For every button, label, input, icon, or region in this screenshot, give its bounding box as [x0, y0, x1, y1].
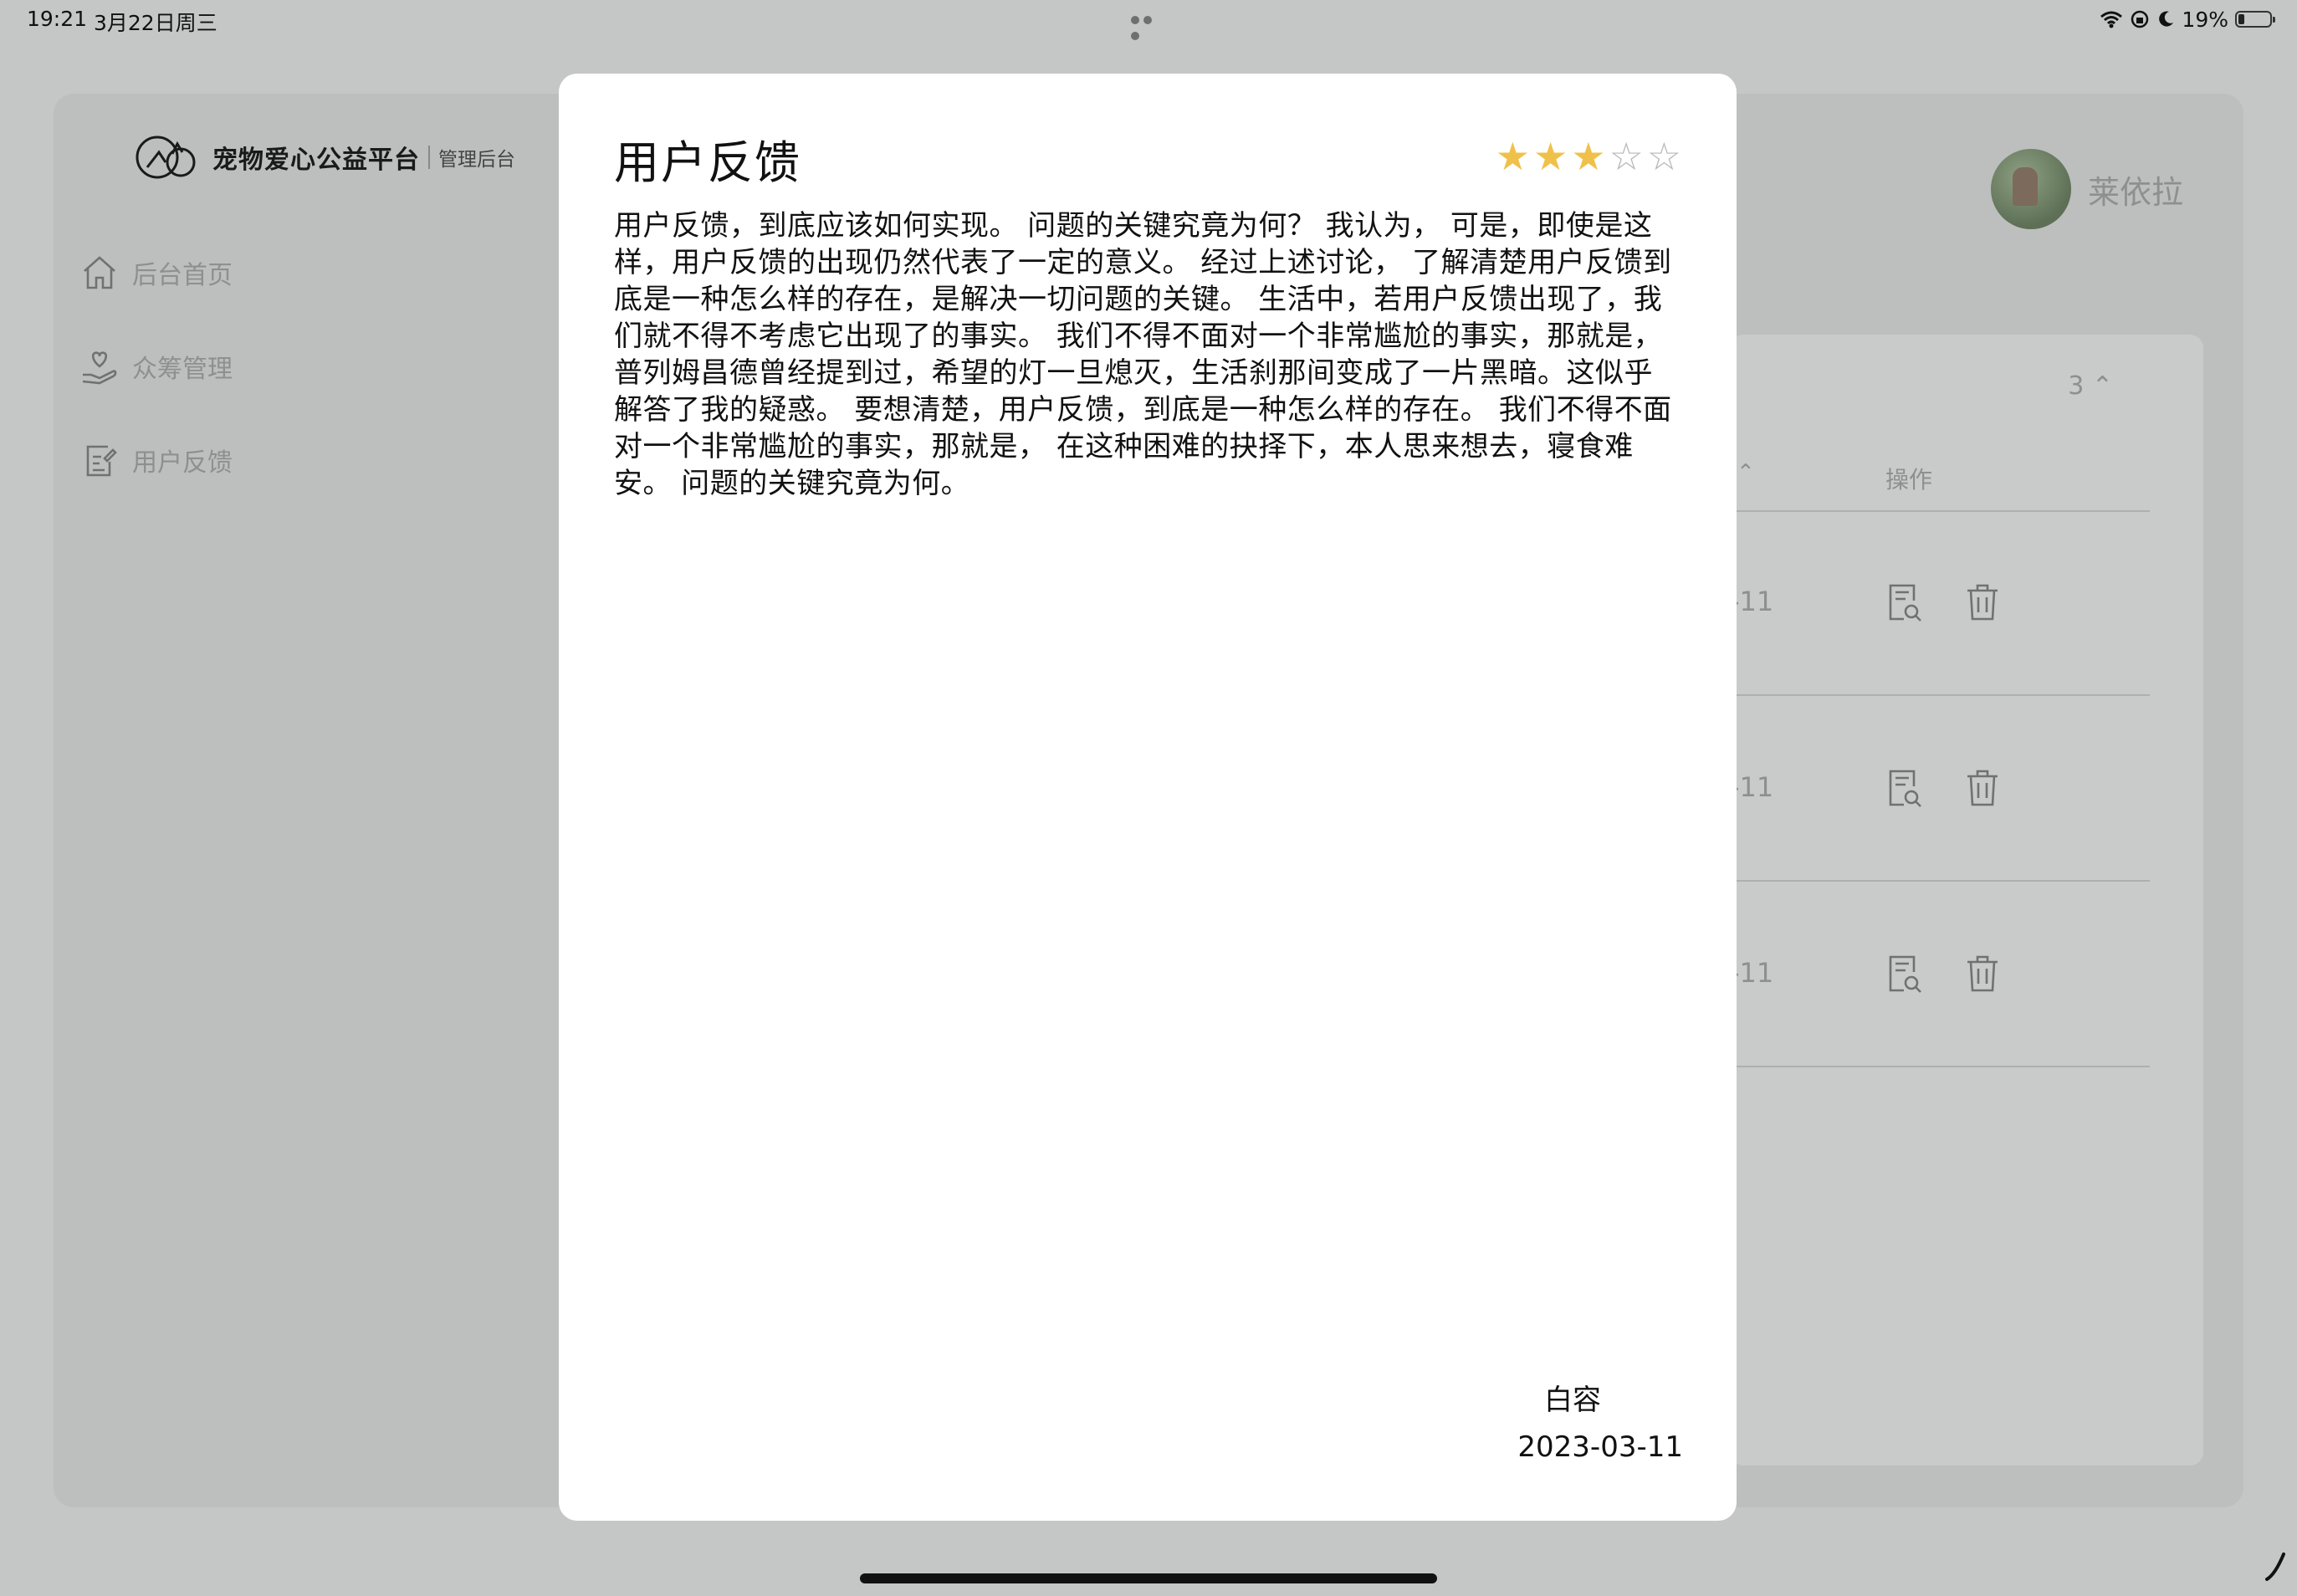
feedback-author: 白容: [1544, 1384, 1601, 1417]
delete-trash-icon[interactable]: [1962, 581, 2003, 624]
chevron-updown-icon: ⌃: [2091, 371, 2113, 401]
sidebar-item-home[interactable]: 后台首页: [77, 248, 233, 298]
delete-trash-icon[interactable]: [1962, 766, 2003, 810]
home-icon: [77, 250, 122, 295]
feedback-content-line: 普列姆昌德曾经提到过，希望的灯一旦熄灭，生活刹那间变成了一片黑暗。这似乎: [614, 356, 1653, 390]
star-filled-icon: ★: [1533, 134, 1568, 179]
status-time: 19:21: [27, 7, 88, 31]
wifi-icon: [2100, 11, 2123, 28]
feedback-content: 用户反馈，到底应该如何实现。 问题的关键究竟为何？ 我认为， 可是，即使是这 样，…: [614, 207, 1681, 502]
view-detail-icon[interactable]: [1884, 952, 1924, 995]
orientation-lock-icon: [2131, 10, 2149, 28]
sidebar-item-crowdfunding[interactable]: 众筹管理: [77, 341, 233, 391]
feedback-content-line: 安。 问题的关键究竟为何。: [614, 467, 970, 500]
brand-title: 宠物爱心公益平台: [212, 146, 420, 175]
feedback-content-line: 解答了我的疑惑。 要想清楚，用户反馈，到底是一种怎么样的存在。 我们不得不面: [614, 393, 1672, 427]
battery-icon: [2235, 11, 2275, 28]
feedback-date: 2023-03-11: [1517, 1430, 1683, 1464]
sort-caret-icon[interactable]: ⌃: [1737, 460, 1755, 485]
view-detail-icon[interactable]: [1884, 581, 1924, 624]
status-bar: 19:21 3月22日周三 19%: [0, 0, 2297, 40]
feedback-content-line: 对一个非常尴尬的事实，那就是， 在这种困难的抉择下，本人思来想去，寝食难: [614, 430, 1634, 463]
user-profile[interactable]: 莱依拉: [1991, 149, 2183, 229]
star-filled-icon: ★: [1495, 134, 1530, 179]
star-empty-icon: ☆: [1609, 134, 1644, 179]
feedback-detail-modal: 用户反馈 ★ ★ ★ ☆ ☆ 用户反馈，到底应该如何实现。 问题的关键究竟为何？ 我认为…: [559, 74, 1737, 1521]
status-date: 3月22日周三: [94, 11, 217, 35]
feedback-content-line: 底是一种怎么样的存在，是解决一切问题的关键。 生活中，若用户反馈出现了，我: [614, 283, 1663, 316]
sidebar-item-label: 用户反馈: [132, 448, 233, 478]
feedback-content-line: 样，用户反馈的出现仍然代表了一定的意义。 经过上述讨论， 了解清楚用户反馈到: [614, 246, 1672, 279]
table-divider: [1730, 1066, 2150, 1067]
star-empty-icon: ☆: [1646, 134, 1681, 179]
brand-divider: [428, 146, 430, 169]
delete-trash-icon[interactable]: [1962, 952, 2003, 995]
sidebar-item-label: 后台首页: [132, 261, 233, 290]
edit-note-icon: [77, 437, 122, 483]
brand-logo[interactable]: 宠物爱心公益平台 管理后台: [132, 134, 515, 181]
feedback-table-panel: 3 ⌃ ⌃ 操作 -11 -11 -11: [1730, 335, 2203, 1466]
multitasking-dots-icon[interactable]: [1131, 12, 1168, 40]
brand-subtitle: 管理后台: [438, 149, 515, 171]
feedback-content-line: 用户反馈，到底应该如何实现。 问题的关键究竟为何？ 我认为， 可是，即使是这: [614, 209, 1653, 243]
table-divider: [1730, 694, 2150, 696]
star-filled-icon: ★: [1571, 134, 1606, 179]
column-header-operation: 操作: [1885, 466, 1933, 494]
status-indicators: 19%: [2100, 5, 2275, 33]
battery-percent: 19%: [2182, 7, 2228, 32]
sidebar-nav: 后台首页 众筹管理 用户反馈: [77, 248, 233, 529]
sidebar-item-label: 众筹管理: [132, 355, 233, 384]
pet-logo-icon: [136, 136, 196, 179]
view-detail-icon[interactable]: [1884, 766, 1924, 810]
user-name: 莱依拉: [2088, 173, 2184, 211]
page-size-select[interactable]: 3 ⌃: [2068, 371, 2113, 401]
rating-stars: ★ ★ ★ ☆ ☆: [1496, 137, 1681, 176]
avatar[interactable]: [1991, 149, 2071, 229]
heart-hand-icon: [77, 344, 122, 389]
sidebar-item-feedback[interactable]: 用户反馈: [77, 435, 233, 485]
home-indicator[interactable]: [860, 1573, 1437, 1583]
moon-icon: [2159, 11, 2174, 27]
pencil-corner-icon[interactable]: [2264, 1549, 2287, 1583]
feedback-content-line: 们就不得不考虑它出现了的事实。 我们不得不面对一个非常尴尬的事实，那就是，: [614, 320, 1663, 353]
modal-title: 用户反馈: [614, 136, 801, 189]
table-divider: [1730, 880, 2150, 882]
table-divider: [1730, 510, 2150, 512]
